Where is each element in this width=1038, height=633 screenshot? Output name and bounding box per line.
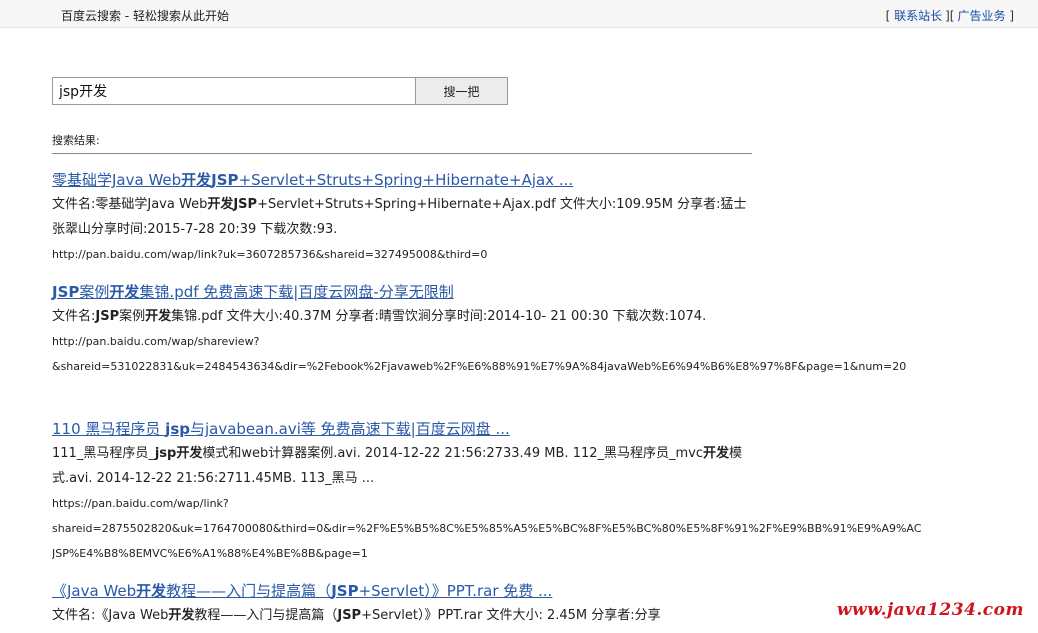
result-description: 文件名:零基础学Java Web开发JSP+Servlet+Struts+Spr… xyxy=(52,197,747,237)
result-url: https://pan.baidu.com/wap/link? xyxy=(52,497,229,510)
bracket-close: ] xyxy=(1009,9,1014,23)
ad-business-link[interactable]: 广告业务 xyxy=(957,9,1005,23)
bracket-mid: ][ xyxy=(945,9,955,23)
result-url: JSP%E4%B8%8EMVC%E6%A1%88%E4%BE%8B&page=1 xyxy=(52,547,368,560)
search-result: JSP案例开发集锦.pdf 免费高速下载|百度云网盘-分享无限制 文件名:JSP… xyxy=(52,281,1012,379)
results-divider xyxy=(52,153,752,154)
result-title-link[interactable]: JSP案例开发集锦.pdf 免费高速下载|百度云网盘-分享无限制 xyxy=(52,281,1012,303)
bracket-open: [ xyxy=(885,9,891,23)
result-url: &shareid=531022831&uk=2484543634&dir=%2F… xyxy=(52,360,907,373)
search-result: 零基础学Java Web开发JSP+Servlet+Struts+Spring+… xyxy=(52,169,1012,267)
result-title-link[interactable]: 零基础学Java Web开发JSP+Servlet+Struts+Spring+… xyxy=(52,169,1012,191)
result-url: http://pan.baidu.com/wap/shareview? xyxy=(52,335,260,348)
result-url: shareid=2875502820&uk=1764700080&third=0… xyxy=(52,522,922,535)
result-description: 111_黑马程序员_jsp开发模式和web计算器案例.avi. 2014-12-… xyxy=(52,446,743,486)
contact-admin-link[interactable]: 联系站长 xyxy=(894,9,942,23)
search-button[interactable]: 搜一把 xyxy=(415,77,508,105)
result-title-link[interactable]: 《Java Web开发教程——入门与提高篇（JSP+Servlet）》PPT.r… xyxy=(52,580,1012,602)
top-bar: 百度云搜索 - 轻松搜索从此开始 [ 联系站长][广告业务 ] xyxy=(0,0,1038,28)
result-title-link[interactable]: 110 黑马程序员 jsp与javabean.avi等 免费高速下载|百度云网盘… xyxy=(52,418,1012,440)
result-url: http://pan.baidu.com/wap/link?uk=3607285… xyxy=(52,248,488,261)
result-description: 文件名:《Java Web开发教程——入门与提高篇（JSP+Servlet）》P… xyxy=(52,608,661,623)
result-description: 文件名:JSP案例开发集锦.pdf 文件大小:40.37M 分享者:晴雪饮涧分享… xyxy=(52,309,707,324)
search-result: 110 黑马程序员 jsp与javabean.avi等 免费高速下载|百度云网盘… xyxy=(52,418,1012,566)
top-links: [ 联系站长][广告业务 ] xyxy=(886,7,1014,24)
search-input[interactable] xyxy=(52,77,416,105)
watermark-logo: www.java1234.com xyxy=(836,600,1024,620)
results-label: 搜索结果: xyxy=(52,134,100,147)
site-title: 百度云搜索 - 轻松搜索从此开始 xyxy=(61,9,229,23)
